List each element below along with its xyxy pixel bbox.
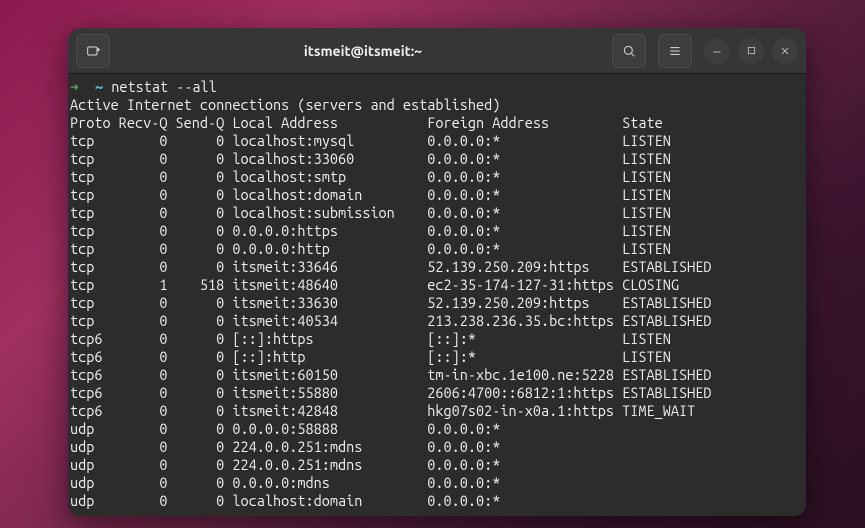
maximize-button[interactable] [738,38,764,64]
prompt-arrow: ➜ [70,78,79,95]
output-row: tcp 0 0 itsmeit:33646 52.139.250.209:htt… [70,258,711,275]
output-row: tcp 0 0 itsmeit:40534 213.238.236.35.bc:… [70,312,711,329]
new-tab-icon [85,43,101,59]
output-row: udp 0 0 localhost:domain 0.0.0.0:* [70,492,500,509]
titlebar-right [612,34,798,68]
output-row: udp 0 0 0.0.0.0:mdns 0.0.0.0:* [70,474,500,491]
menu-button[interactable] [658,34,692,68]
new-tab-button[interactable] [76,34,110,68]
output-row: tcp 0 0 localhost:submission 0.0.0.0:* L… [70,204,671,221]
output-row: udp 0 0 0.0.0.0:58888 0.0.0.0:* [70,420,500,437]
maximize-icon [746,45,757,56]
output-row: tcp 0 0 localhost:smtp 0.0.0.0:* LISTEN [70,168,671,185]
prompt-cwd: ~ [95,78,103,95]
window-title: itsmeit@itsmeit:~ [114,43,612,59]
output-row: tcp 1 518 itsmeit:48640 ec2-35-174-127-3… [70,276,679,293]
terminal-body[interactable]: ➜ ~ netstat --all Active Internet connec… [68,74,806,516]
output-row: tcp6 0 0 itsmeit:42848 hkg07s02-in-x0a.1… [70,402,695,419]
search-button[interactable] [612,34,646,68]
output-row: udp 0 0 224.0.0.251:mdns 0.0.0.0:* [70,456,500,473]
output-columns: Proto Recv-Q Send-Q Local Address Foreig… [70,114,663,131]
output-row: tcp 0 0 localhost:mysql 0.0.0.0:* LISTEN [70,132,671,149]
terminal-window: itsmeit@itsmeit:~ [68,28,806,516]
output-row: tcp6 0 0 itsmeit:60150 tm-in-xbc.1e100.n… [70,366,711,383]
output-row: tcp 0 0 localhost:domain 0.0.0.0:* LISTE… [70,186,671,203]
minimize-button[interactable] [704,38,730,64]
output-row: tcp6 0 0 itsmeit:55880 2606:4700::6812:1… [70,384,711,401]
output-row: tcp 0 0 itsmeit:33630 52.139.250.209:htt… [70,294,711,311]
hamburger-icon [667,43,683,59]
output-row: udp 0 0 224.0.0.251:mdns 0.0.0.0:* [70,438,500,455]
output-row: tcp6 0 0 [::]:https [::]:* LISTEN [70,330,671,347]
output-header: Active Internet connections (servers and… [70,96,500,113]
output-row: tcp6 0 0 [::]:http [::]:* LISTEN [70,348,671,365]
command-text: netstat --all [111,78,217,95]
output-row: tcp 0 0 0.0.0.0:https 0.0.0.0:* LISTEN [70,222,671,239]
titlebar: itsmeit@itsmeit:~ [68,28,806,74]
minimize-icon [711,45,723,57]
titlebar-left [76,34,114,68]
output-row: tcp 0 0 localhost:33060 0.0.0.0:* LISTEN [70,150,671,167]
close-button[interactable] [772,38,798,64]
output-row: tcp 0 0 0.0.0.0:http 0.0.0.0:* LISTEN [70,240,671,257]
close-icon [779,45,791,57]
search-icon [621,43,637,59]
